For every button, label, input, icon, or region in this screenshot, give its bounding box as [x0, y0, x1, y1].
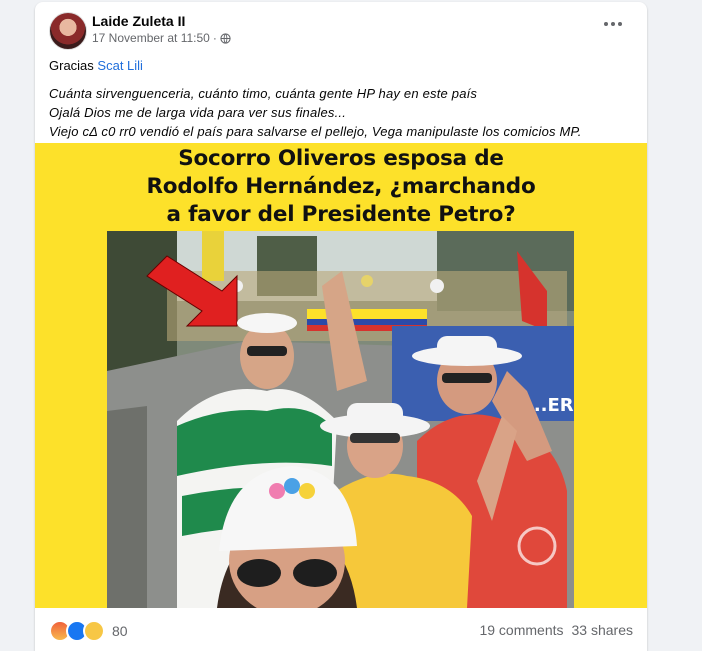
headline-line-1: Socorro Oliveros esposa de — [178, 146, 504, 171]
globe-icon[interactable] — [220, 32, 231, 44]
post-stats: 19 comments 33 shares — [479, 622, 633, 638]
comments-count[interactable]: 19 comments — [479, 622, 563, 638]
author-avatar[interactable] — [49, 12, 87, 50]
post-line-1: Cuánta sirvenguenceria, cuánto timo, cuá… — [49, 86, 478, 101]
post-header: Laide Zuleta II 17 November at 11:50 · — [35, 2, 647, 52]
more-options-icon[interactable] — [601, 16, 625, 32]
thanks-prefix: Gracias — [49, 58, 94, 73]
post-line-3: Viejo cΔ c0 rr0 vendió el país para salv… — [49, 124, 582, 139]
tagged-user-link[interactable]: Scat Lili — [97, 58, 143, 73]
meta-separator: · — [212, 31, 217, 45]
image-headline: Socorro Oliveros esposa de Rodolfo Herná… — [35, 145, 647, 229]
post-card: Laide Zuleta II 17 November at 11:50 · G… — [35, 2, 647, 651]
post-thanks-line: Gracias Scat Lili — [49, 56, 637, 75]
post-text: Gracias Scat Lili Cuánta sirvenguenceria… — [49, 56, 637, 141]
shares-count[interactable]: 33 shares — [572, 622, 633, 638]
headline-line-3: a favor del Presidente Petro? — [166, 202, 516, 227]
post-timestamp[interactable]: 17 November at 11:50 — [92, 31, 210, 45]
headline-line-2: Rodolfo Hernández, ¿marchando — [146, 174, 536, 199]
march-photo: ...ER — [107, 231, 574, 608]
haha-reaction-icon — [83, 620, 105, 642]
post-image[interactable]: Socorro Oliveros esposa de Rodolfo Herná… — [35, 143, 647, 608]
post-footer: 80 19 comments 33 shares — [35, 608, 647, 651]
reactions-summary[interactable]: 80 — [49, 620, 128, 642]
post-meta: 17 November at 11:50 · — [92, 31, 231, 45]
post-line-2: Ojalá Dios me de larga vida para ver sus… — [49, 105, 347, 120]
reaction-count[interactable]: 80 — [112, 623, 128, 639]
author-name[interactable]: Laide Zuleta II — [92, 13, 185, 29]
